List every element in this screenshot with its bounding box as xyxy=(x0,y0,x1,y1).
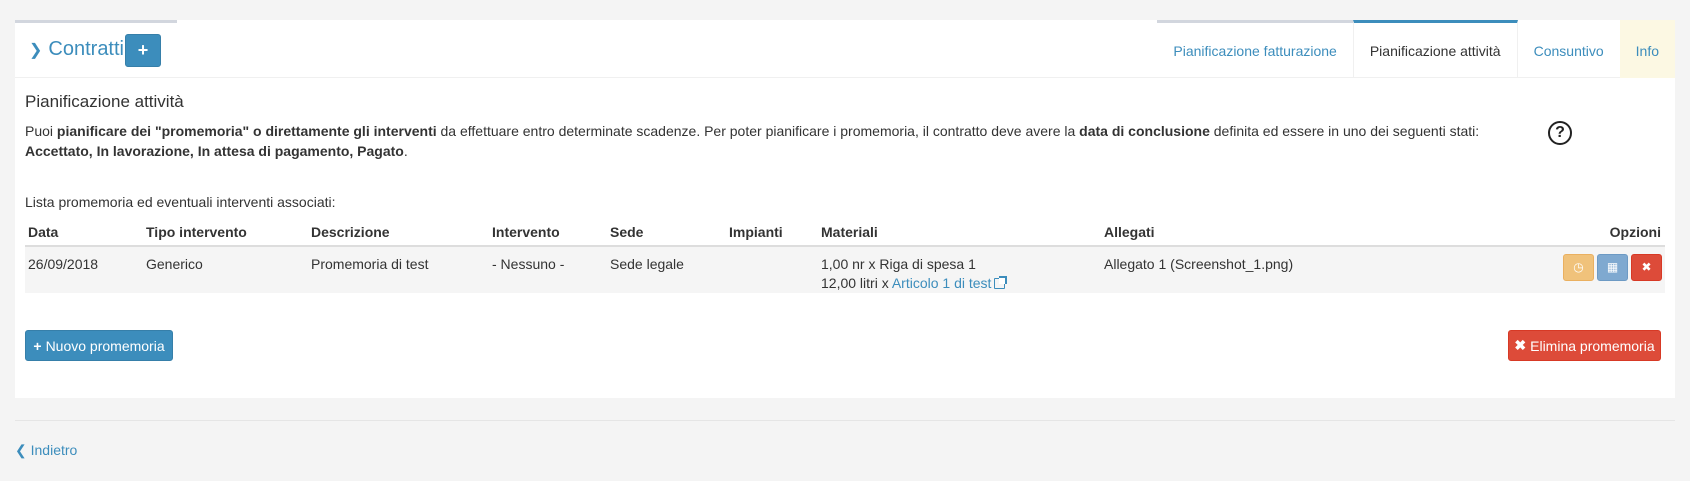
back-link-label: Indietro xyxy=(30,442,78,458)
cell-intervento: - Nessuno - xyxy=(492,256,565,272)
help-icon[interactable]: ? xyxy=(1548,121,1572,145)
cell-tipo-intervento: Generico xyxy=(146,256,203,272)
delete-row-button[interactable]: ✖ xyxy=(1631,254,1662,281)
footer-divider xyxy=(15,420,1675,421)
col-tipo-intervento[interactable]: Tipo intervento xyxy=(146,224,247,240)
cell-data: 26/09/2018 xyxy=(28,256,99,272)
list-label: Lista promemoria ed eventuali interventi… xyxy=(25,194,336,210)
trash-icon: ✖ xyxy=(1641,260,1652,274)
cell-allegati: Allegato 1 (Screenshot_1.png) xyxy=(1104,256,1294,272)
section-description: Puoi pianificare dei "promemoria" o dire… xyxy=(25,121,1515,161)
col-allegati[interactable]: Allegati xyxy=(1104,224,1155,240)
col-intervento[interactable]: Intervento xyxy=(492,224,560,240)
col-impianti[interactable]: Impianti xyxy=(729,224,783,240)
desc-text-3: definita ed essere in uno dei seguenti s… xyxy=(1209,123,1480,139)
section-title: Pianificazione attività xyxy=(25,92,184,111)
desc-text-2: da effettuare entro determinate scadenze… xyxy=(436,123,1080,139)
table-header: Data Tipo intervento Descrizione Interve… xyxy=(25,220,1665,247)
col-sede[interactable]: Sede xyxy=(610,224,643,240)
external-link-icon[interactable] xyxy=(994,276,1008,289)
delete-reminder-button[interactable]: ✖ Elimina promemoria xyxy=(1508,330,1661,361)
cell-sede: Sede legale xyxy=(610,256,684,272)
material-line-1: 1,00 nr x Riga di spesa 1 xyxy=(821,256,976,272)
material-line-2-prefix: 12,00 litri x xyxy=(821,275,892,291)
tab-info[interactable]: Info xyxy=(1619,20,1675,78)
tab-consuntivo[interactable]: Consuntivo xyxy=(1518,20,1620,78)
tab-pianificazione-attivita[interactable]: Pianificazione attività xyxy=(1352,20,1518,78)
new-reminder-label: Nuovo promemoria xyxy=(45,337,165,354)
desc-text-4: . xyxy=(403,143,408,159)
clock-button[interactable]: ◷ xyxy=(1563,254,1594,281)
cell-descrizione: Promemoria di test xyxy=(311,256,429,272)
delete-reminder-label: Elimina promemoria xyxy=(1530,337,1655,354)
add-contract-button[interactable]: + xyxy=(125,34,161,67)
tabs-bar: Pianificazione fatturazione Pianificazio… xyxy=(1157,20,1675,78)
col-materiali[interactable]: Materiali xyxy=(821,224,878,240)
tab-pianificazione-fatturazione[interactable]: Pianificazione fatturazione xyxy=(1157,20,1353,78)
cell-materiali: 1,00 nr x Riga di spesa 1 12,00 litri x … xyxy=(821,255,1008,293)
clock-icon: ◷ xyxy=(1573,260,1584,274)
col-opzioni: Opzioni xyxy=(1609,224,1661,240)
calendar-button[interactable]: ▦ xyxy=(1597,254,1628,281)
chevron-right-icon: ❯ xyxy=(29,41,43,59)
col-descrizione[interactable]: Descrizione xyxy=(311,224,390,240)
new-reminder-button[interactable]: + Nuovo promemoria xyxy=(25,330,173,361)
back-link[interactable]: ❮ Indietro xyxy=(15,442,77,459)
page-title[interactable]: ❯ Contratti xyxy=(29,38,124,61)
table-row: 26/09/2018 Generico Promemoria di test -… xyxy=(25,247,1665,293)
page-title-label: Contratti xyxy=(48,38,124,60)
desc-bold-1: pianificare dei "promemoria" o direttame… xyxy=(56,123,437,139)
row-options: ◷ ▦ ✖ xyxy=(1563,254,1662,281)
article-link[interactable]: Articolo 1 di test xyxy=(892,275,992,291)
chevron-left-icon: ❮ xyxy=(15,442,31,458)
calendar-icon: ▦ xyxy=(1606,260,1619,274)
plus-icon: + xyxy=(33,337,42,354)
desc-bold-3: Accettato, In lavorazione, In attesa di … xyxy=(25,143,404,159)
desc-text-1: Puoi xyxy=(25,123,57,139)
reminders-table: Data Tipo intervento Descrizione Interve… xyxy=(25,220,1665,293)
desc-bold-2: data di conclusione xyxy=(1079,123,1210,139)
material-line-2: 12,00 litri x Articolo 1 di test xyxy=(821,274,1008,293)
trash-icon: ✖ xyxy=(1514,337,1527,353)
col-data[interactable]: Data xyxy=(28,224,58,240)
contract-panel: ❯ Contratti + Pianificazione fatturazion… xyxy=(15,20,1675,398)
panel-header: ❯ Contratti + Pianificazione fatturazion… xyxy=(15,20,1675,78)
